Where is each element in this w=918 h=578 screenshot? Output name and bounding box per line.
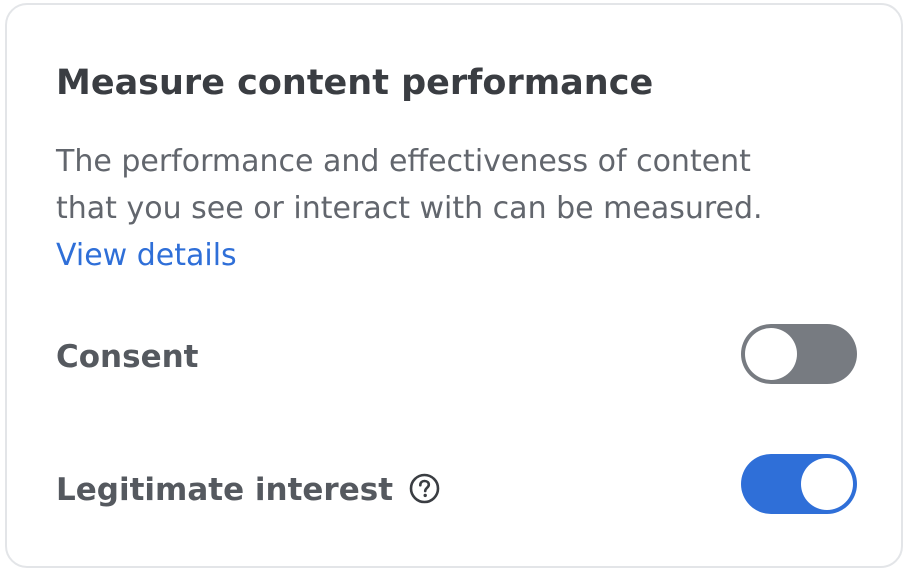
toggle-knob [745, 328, 797, 380]
legitimate-interest-toggle[interactable] [741, 454, 857, 514]
description-line: that you see or interact with can be mea… [56, 191, 763, 226]
view-details-link[interactable]: View details [56, 232, 856, 279]
toggle-knob [801, 458, 853, 510]
description-line: The performance and effectiveness of con… [56, 144, 751, 179]
consent-label: Consent [56, 339, 199, 375]
card-title: Measure content performance [56, 63, 654, 103]
help-circle-icon[interactable] [409, 473, 440, 504]
card-description: The performance and effectiveness of con… [56, 138, 856, 279]
consent-toggle[interactable] [741, 324, 857, 384]
legitimate-interest-label: Legitimate interest [56, 472, 394, 508]
purpose-card: Measure content performance The performa… [5, 3, 903, 568]
legitimate-interest-row-label: Legitimate interest [56, 470, 440, 510]
